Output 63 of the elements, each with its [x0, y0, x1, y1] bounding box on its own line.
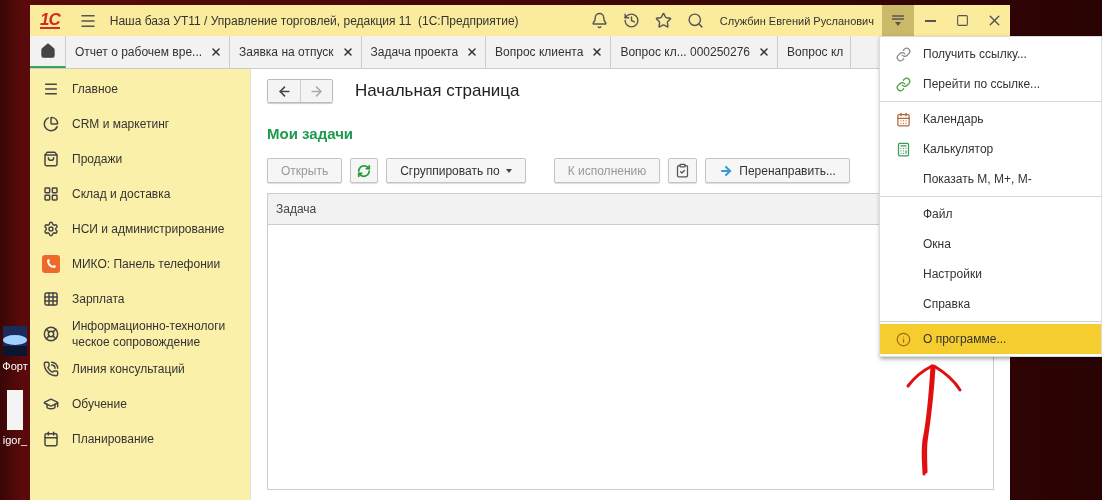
menu-item[interactable]: Калькулятор [880, 134, 1101, 164]
sidebar-item[interactable]: Склад и доставка [30, 176, 250, 211]
forward-arrow-icon [309, 83, 324, 99]
redirect-button[interactable]: Перенаправить... [705, 158, 850, 183]
group-by-button[interactable]: Сгруппировать по [386, 158, 526, 183]
table-icon [43, 290, 59, 307]
link-icon [896, 46, 911, 62]
home-icon [39, 43, 56, 59]
refresh-icon [357, 163, 372, 178]
phone-app-icon [42, 254, 60, 273]
user-name[interactable]: Службин Евгений Русланович [719, 14, 874, 27]
pie-chart-icon [43, 115, 59, 132]
desktop-icon-label[interactable]: Форт [2, 360, 28, 372]
close-icon[interactable] [466, 46, 479, 58]
settings-icon [43, 220, 59, 237]
main-menu-button[interactable] [882, 5, 914, 36]
sidebar-item[interactable]: Линия консультаций [30, 351, 250, 386]
refresh-button[interactable] [350, 158, 379, 183]
lifebuoy-icon [43, 325, 59, 342]
menu-item[interactable]: Настройки [880, 259, 1101, 289]
menu-item[interactable]: Справка [880, 289, 1101, 319]
sidebar-item[interactable]: Продажи [30, 141, 250, 176]
calendar-icon [43, 430, 59, 447]
bell-icon [591, 12, 609, 29]
logo: 1С [40, 12, 60, 29]
maximize-icon [955, 14, 969, 27]
menu-item[interactable]: Получить ссылку... [880, 39, 1101, 69]
back-button[interactable] [268, 80, 300, 102]
close-icon[interactable] [591, 46, 604, 58]
calculator-icon [896, 141, 911, 157]
sidebar-item[interactable]: CRM и маркетинг [30, 106, 250, 141]
menu-item[interactable]: Календарь [880, 104, 1101, 134]
bag-icon [43, 150, 59, 167]
sidebar-item[interactable]: МИКО: Панель телефонии [30, 246, 250, 281]
arrow-icon [719, 163, 734, 178]
sidebar-item[interactable]: Обучение [30, 386, 250, 421]
close-icon[interactable] [758, 46, 771, 58]
menu-item[interactable]: Показать M, M+, M- [880, 164, 1101, 194]
search-icon [687, 12, 705, 29]
page-title: Начальная страница [355, 81, 520, 101]
phone-icon [43, 360, 59, 377]
calendar-icon [896, 111, 911, 127]
close-icon[interactable] [210, 46, 223, 58]
star-icon [655, 12, 673, 29]
close-icon[interactable] [341, 46, 354, 58]
grid-icon [43, 185, 59, 202]
info-icon [896, 331, 911, 347]
sidebar-item[interactable]: Планирование [30, 421, 250, 456]
menu-item[interactable]: О программе... [880, 324, 1101, 354]
sidebar-item[interactable]: Информационно-технологи ческое сопровождение [30, 316, 250, 351]
clipboard-icon [675, 163, 691, 178]
sidebar-item[interactable]: Главное [30, 71, 250, 106]
clipboard-button[interactable] [668, 158, 698, 183]
link-icon [896, 76, 911, 92]
sidebar-item[interactable]: Зарплата [30, 281, 250, 316]
desktop-icon-label[interactable]: igor_ [2, 434, 28, 446]
sidebar-item[interactable]: НСИ и администрирование [30, 211, 250, 246]
menu-item[interactable]: Окна [880, 229, 1101, 259]
menu-item[interactable]: Перейти по ссылке... [880, 69, 1101, 99]
section-title: Мои задачи [267, 125, 355, 142]
window-title: Наша база УТ11 / Управление торговлей, редакция 11 (1С:Предприятие) [109, 13, 520, 28]
minimize-icon [924, 19, 936, 22]
history-icon [623, 12, 641, 29]
